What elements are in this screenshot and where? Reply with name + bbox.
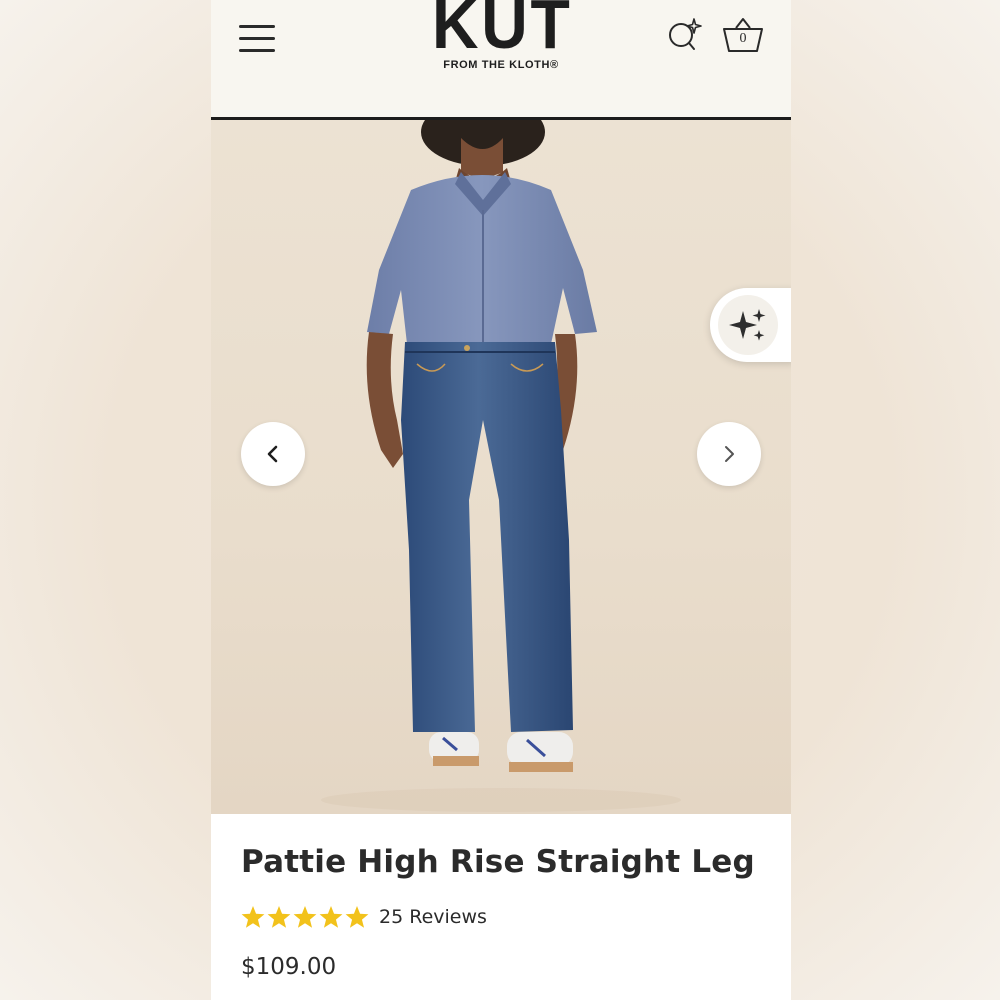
product-price: $109.00 [241,954,337,980]
star-icon [267,906,291,928]
sparkle-search-icon[interactable] [665,16,705,56]
site-header: KUT FROM THE KLOTH® 0 [211,0,791,120]
product-image-carousel[interactable] [211,120,791,814]
cart-button[interactable]: 0 [719,14,767,58]
chevron-left-icon [267,445,278,463]
brand-logo[interactable]: KUT FROM THE KLOTH® [426,0,576,71]
product-title: Pattie High Rise Straight Leg [241,844,755,880]
next-image-button[interactable] [697,422,761,486]
star-rating [241,906,369,928]
previous-image-button[interactable] [241,422,305,486]
star-icon [293,906,317,928]
mobile-page: KUT FROM THE KLOTH® 0 Pattie High Rise S… [211,0,791,1000]
product-info: Pattie High Rise Straight Leg 25 Reviews… [211,814,791,1000]
star-icon [241,906,265,928]
star-icon [345,906,369,928]
hamburger-menu-icon[interactable] [239,22,277,54]
ai-assistant-button[interactable] [710,288,791,362]
star-icon [319,906,343,928]
sparkles-icon [729,309,766,341]
logo-wordmark: KUT [432,0,573,63]
chevron-right-icon [725,446,734,462]
reviews-link[interactable]: 25 Reviews [379,906,487,928]
cart-count-badge: 0 [739,31,747,46]
